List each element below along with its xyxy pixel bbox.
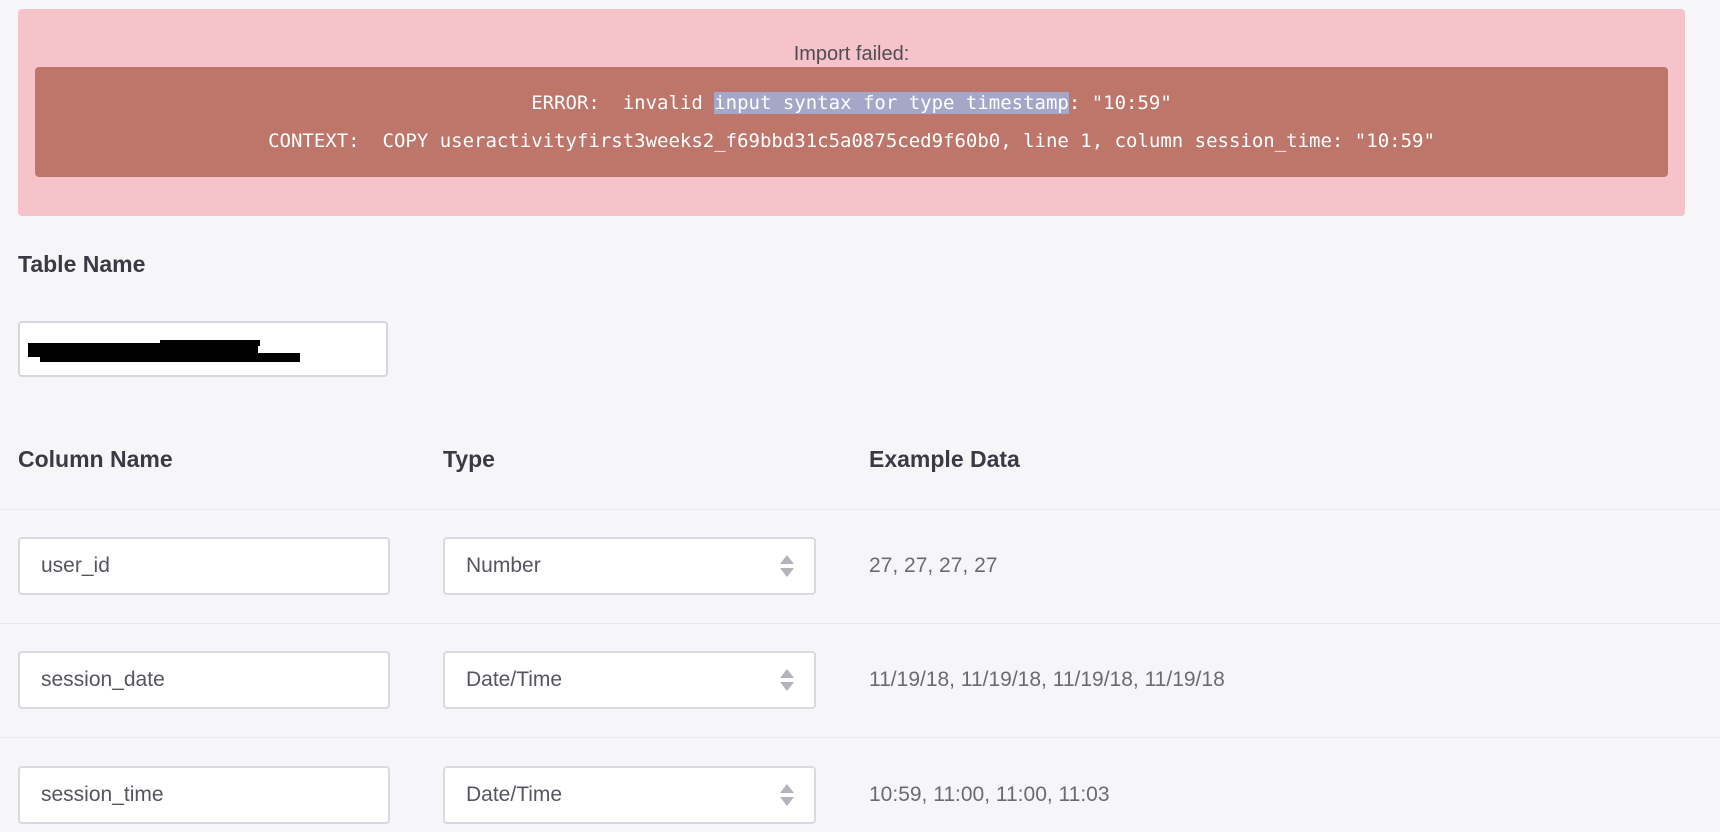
error-title: Import failed: <box>793 43 910 65</box>
column-type-select[interactable]: Number <box>443 537 816 595</box>
error-context-line: CONTEXT: COPY useractivityfirst3weeks2_f… <box>268 130 1435 152</box>
column-type-select[interactable]: Date/Time <box>443 651 816 709</box>
import-page: Import failed: ERROR: invalid input synt… <box>0 0 1720 832</box>
example-data-value: 11/19/18, 11/19/18, 11/19/18, 11/19/18 <box>869 668 1225 691</box>
column-type-select[interactable]: Date/Time <box>443 766 816 824</box>
select-value: Date/Time <box>466 783 563 806</box>
example-data-value: 10:59, 11:00, 11:00, 11:03 <box>869 783 1110 806</box>
select-value: Date/Time <box>466 668 563 691</box>
column-name-input[interactable] <box>18 651 390 709</box>
up-down-arrows-icon <box>780 782 794 808</box>
table-row: Date/Time 10:59, 11:00, 11:00, 11:03 <box>0 738 1720 832</box>
type-header: Type <box>443 446 495 472</box>
select-value: Number <box>466 554 541 577</box>
up-down-arrows-icon <box>780 667 794 693</box>
table-row: Number 27, 27, 27, 27 <box>0 509 1720 623</box>
table-row: Date/Time 11/19/18, 11/19/18, 11/19/18, … <box>0 623 1720 737</box>
selected-text: input syntax for type timestamp <box>714 92 1069 114</box>
redaction-mark <box>40 353 300 362</box>
example-data-value: 27, 27, 27, 27 <box>869 554 998 577</box>
column-name-input[interactable] <box>18 537 390 595</box>
error-line-prefix: ERROR: invalid <box>531 92 715 114</box>
import-error-banner: Import failed: ERROR: invalid input synt… <box>18 9 1685 216</box>
redaction-mark <box>160 340 260 346</box>
column-name-header: Column Name <box>18 446 173 472</box>
up-down-arrows-icon <box>780 553 794 579</box>
column-name-input[interactable] <box>18 766 390 824</box>
error-line: ERROR: invalid input syntax for type tim… <box>35 92 1668 114</box>
table-name-label: Table Name <box>18 251 146 277</box>
error-line-suffix: : "10:59" <box>1068 92 1172 114</box>
table-name-input[interactable] <box>18 321 388 377</box>
error-message-box: ERROR: invalid input syntax for type tim… <box>35 67 1668 177</box>
example-data-header: Example Data <box>869 446 1020 472</box>
